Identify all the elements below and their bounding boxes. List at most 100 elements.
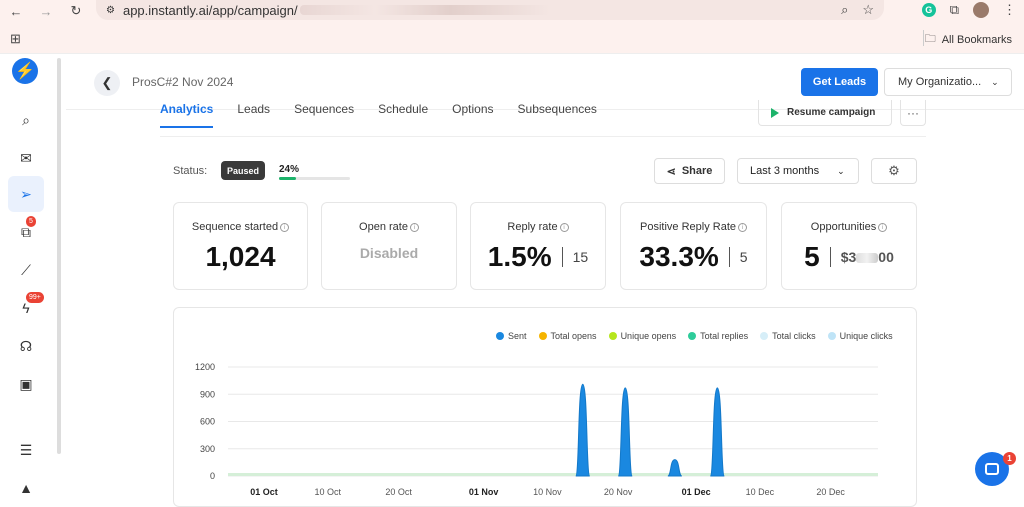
- folder-icon: 🗀: [924, 33, 936, 45]
- resume-label: Resume campaign: [787, 107, 876, 118]
- date-range-label: Last 3 months: [750, 165, 820, 177]
- legend-item[interactable]: Unique opens: [608, 331, 676, 341]
- stat-title: Positive Reply Rate: [640, 221, 736, 233]
- robot-icon[interactable]: ☊: [8, 328, 44, 364]
- stat-number: 5: [804, 241, 820, 272]
- amount-prefix: $3: [840, 249, 857, 265]
- chat-icon: [985, 463, 999, 475]
- back-button[interactable]: ❮: [94, 70, 120, 96]
- search-icon[interactable]: ⌕: [8, 102, 44, 138]
- legend-label: Total opens: [550, 331, 597, 341]
- mail-icon[interactable]: ✉: [8, 140, 44, 176]
- copy-icon[interactable]: ⧉ 5: [8, 214, 44, 250]
- date-range-dropdown[interactable]: Last 3 months ⌄: [737, 158, 859, 184]
- tab-sequences[interactable]: Sequences: [294, 102, 354, 122]
- address-bar[interactable]: ⚙ app.instantly.ai/app/campaign/ ⌕ ☆: [96, 0, 884, 20]
- zoom-icon[interactable]: ⌕: [841, 2, 848, 18]
- forward-arrow-icon[interactable]: →: [38, 3, 54, 19]
- all-bookmarks-label: All Bookmarks: [941, 33, 1012, 46]
- info-icon[interactable]: i: [559, 223, 569, 232]
- legend-item[interactable]: Total opens: [538, 331, 597, 341]
- grammarly-icon[interactable]: G: [921, 3, 936, 17]
- tab-leads[interactable]: Leads: [237, 102, 270, 122]
- copy-badge: 5: [26, 216, 36, 227]
- chevron-down-icon: ⌄: [991, 76, 999, 87]
- tab-options[interactable]: Options: [452, 102, 493, 122]
- sent-series-peak: [709, 387, 725, 477]
- chevron-left-icon: ❮: [101, 75, 113, 90]
- play-icon: [771, 107, 779, 118]
- stat-count: 15: [572, 249, 589, 265]
- progress-bar: [279, 177, 350, 180]
- extensions-icon[interactable]: ⧉: [950, 2, 959, 18]
- sidebar: ⚡ ⌕ ✉ ➢ ⧉ 5 ⟋ ϟ 99+ ☊ ▣ ☰ ▲: [0, 54, 52, 498]
- x-tick-label: 10 Oct: [314, 487, 341, 497]
- more-options-button[interactable]: ···: [900, 100, 926, 126]
- info-icon[interactable]: i: [280, 223, 290, 232]
- share-label: Share: [681, 165, 713, 177]
- rocket-icon[interactable]: ▲: [8, 470, 44, 506]
- legend-item[interactable]: Total replies: [688, 331, 748, 341]
- sent-series-peak: [667, 459, 683, 477]
- apps-grid-icon[interactable]: ⊞: [10, 31, 21, 47]
- back-arrow-icon[interactable]: ←: [8, 3, 24, 19]
- stat-title: Open rate: [359, 221, 408, 233]
- tabs-divider: [160, 136, 926, 137]
- stat-disabled-value: Disabled: [359, 245, 419, 261]
- page-title: ProsC#2 Nov 2024: [132, 75, 234, 89]
- feedback-icon[interactable]: ☰: [8, 432, 44, 468]
- site-settings-icon[interactable]: ⚙: [106, 5, 115, 16]
- stat-card-reply-rate: Reply rate i 1.5% 15: [470, 202, 606, 290]
- share-button[interactable]: ⋖ Share: [654, 158, 725, 184]
- bookmark-star-icon[interactable]: ☆: [862, 2, 874, 18]
- legend-dot: [496, 332, 504, 340]
- bolt-icon[interactable]: ϟ 99+: [8, 290, 44, 326]
- share-icon: ⋖: [666, 165, 676, 178]
- organization-label: My Organizatio...: [898, 76, 982, 88]
- tab-schedule[interactable]: Schedule: [378, 102, 428, 122]
- info-icon[interactable]: i: [878, 223, 888, 232]
- url-text: app.instantly.ai/app/campaign/: [122, 2, 298, 18]
- organization-dropdown[interactable]: My Organizatio... ⌄: [884, 68, 1012, 96]
- avatar[interactable]: [973, 2, 989, 18]
- status-badge: Paused: [221, 161, 265, 180]
- legend-item[interactable]: Unique clicks: [827, 331, 893, 341]
- get-leads-button[interactable]: Get Leads: [801, 68, 878, 96]
- analytics-chart: 1200 900 600 300 0 01 Oct 10 Oct 20 Oct 01 Nov 10…: [195, 362, 878, 497]
- legend-dot: [608, 332, 617, 340]
- inbox-icon[interactable]: ▣: [8, 366, 44, 402]
- legend-item[interactable]: Sent: [496, 331, 527, 341]
- send-icon[interactable]: ➢: [8, 176, 44, 212]
- y-tick-label: 900: [200, 389, 215, 399]
- legend-item[interactable]: Total clicks: [760, 331, 816, 341]
- info-icon[interactable]: i: [738, 223, 747, 232]
- tab-subsequences[interactable]: Subsequences: [518, 102, 597, 122]
- reload-icon[interactable]: ↻: [68, 3, 84, 19]
- stat-card-open-rate: Open rate i Disabled: [321, 202, 457, 290]
- stat-number: 33.3%: [639, 241, 719, 272]
- legend-label: Sent: [508, 331, 527, 341]
- stat-card-sequence-started: Sequence started i 1,024: [173, 202, 308, 290]
- bookmarks-bar: ⊞ 🗀 All Bookmarks: [0, 22, 1024, 54]
- chart-legend: Sent Total opens Unique opens Total replies…: [496, 331, 893, 341]
- tab-analytics[interactable]: Analytics: [160, 102, 214, 128]
- settings-button[interactable]: ⚙: [871, 158, 917, 184]
- sidebar-scrollbar[interactable]: [57, 58, 61, 454]
- stat-title: Reply rate: [507, 221, 558, 233]
- status-label: Status:: [173, 165, 208, 177]
- y-tick-label: 0: [210, 471, 215, 481]
- stat-title: Sequence started: [191, 221, 279, 233]
- stat-value: 33.3% 5: [621, 241, 766, 273]
- x-tick-label: 20 Nov: [604, 487, 633, 497]
- all-bookmarks-button[interactable]: 🗀 All Bookmarks: [925, 30, 1012, 49]
- x-tick-label: 01 Nov: [469, 487, 499, 497]
- stat-number: 1.5%: [487, 241, 552, 272]
- info-icon[interactable]: i: [409, 223, 419, 232]
- instantly-logo-icon[interactable]: ⚡: [12, 58, 38, 84]
- resume-campaign-button[interactable]: Resume campaign: [758, 100, 892, 126]
- stat-card-positive-reply-rate: Positive Reply Rate i 33.3% 5: [620, 202, 767, 290]
- stat-value: 1,024: [174, 241, 307, 273]
- y-tick-label: 300: [200, 444, 215, 454]
- analytics-icon[interactable]: ⟋: [8, 252, 44, 288]
- browser-menu-icon[interactable]: ⋮: [1003, 2, 1016, 18]
